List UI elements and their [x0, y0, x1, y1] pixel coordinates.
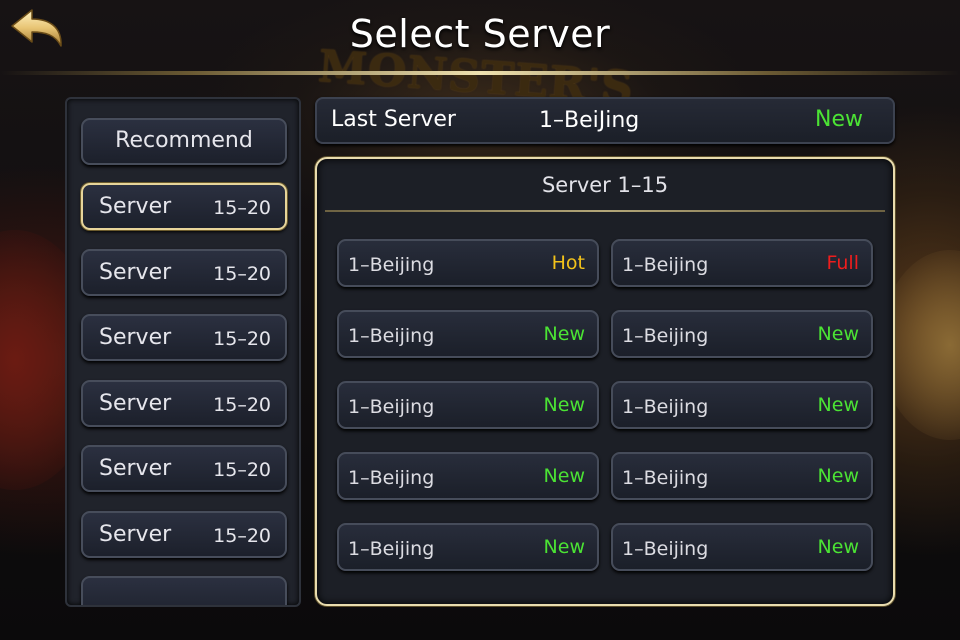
server-group-button[interactable]: Server 15–20 [81, 249, 287, 296]
recommend-button[interactable]: Recommend [81, 118, 287, 165]
server-group-label: Server [99, 391, 172, 416]
server-group-label: Server [99, 522, 172, 547]
server-group-button[interactable]: Server 15–20 [81, 314, 287, 361]
server-button[interactable]: 1–Beijing New [337, 310, 599, 358]
server-name: 1–Beijing [348, 396, 435, 418]
server-button[interactable]: 1–Beijing New [337, 523, 599, 571]
last-server-status: New [815, 107, 863, 132]
panel-title: Server 1–15 [541, 173, 669, 197]
last-server-name: 1–BeiJing [539, 108, 640, 133]
server-group-sidebar[interactable]: Recommend Server 15–20 Server 15–20 Serv… [65, 97, 301, 607]
server-group-button[interactable]: Server 15–20 [81, 511, 287, 558]
server-group-label: Server [99, 194, 172, 219]
server-status: New [543, 394, 585, 416]
last-server-label: Last Server [331, 107, 456, 132]
server-status: New [817, 323, 859, 345]
server-name: 1–Beijing [622, 467, 709, 489]
page-title: Select Server [349, 12, 611, 56]
header: Select Server [0, 0, 960, 78]
server-name: 1–Beijing [348, 325, 435, 347]
server-status: Hot [551, 252, 585, 274]
server-name: 1–Beijing [622, 325, 709, 347]
server-name: 1–Beijing [348, 254, 435, 276]
server-group-label: Server [99, 456, 172, 481]
server-button[interactable]: 1–Beijing New [337, 381, 599, 429]
server-button[interactable]: 1–Beijing New [337, 452, 599, 500]
server-group-button[interactable]: Server 15–20 [81, 183, 287, 230]
server-button[interactable]: 1–Beijing New [611, 381, 873, 429]
server-name: 1–Beijing [622, 538, 709, 560]
server-status: New [817, 394, 859, 416]
server-group-range: 15–20 [213, 394, 271, 416]
server-group-label: Server [99, 260, 172, 285]
server-group-button-partial[interactable] [81, 576, 287, 605]
server-name: 1–Beijing [348, 538, 435, 560]
server-name: 1–Beijing [348, 467, 435, 489]
server-button[interactable]: 1–Beijing Full [611, 239, 873, 287]
server-name: 1–Beijing [622, 254, 709, 276]
server-status: New [543, 323, 585, 345]
server-status: New [543, 465, 585, 487]
server-button[interactable]: 1–Beijing New [611, 452, 873, 500]
server-button[interactable]: 1–Beijing New [611, 310, 873, 358]
server-group-range: 15–20 [213, 197, 271, 219]
server-button[interactable]: 1–Beijing Hot [337, 239, 599, 287]
server-group-button[interactable]: Server 15–20 [81, 445, 287, 492]
server-group-range: 15–20 [213, 263, 271, 285]
server-list-panel: Server 1–15 1–Beijing Hot 1–Beijing Full… [315, 157, 895, 606]
server-group-range: 15–20 [213, 459, 271, 481]
header-divider [0, 71, 960, 75]
server-name: 1–Beijing [622, 396, 709, 418]
server-status: Full [826, 252, 860, 274]
server-status: New [817, 536, 859, 558]
server-group-label: Server [99, 325, 172, 350]
panel-divider [325, 210, 885, 212]
server-group-range: 15–20 [213, 328, 271, 350]
last-server-bar[interactable]: Last Server 1–BeiJing New [315, 97, 895, 144]
server-group-range: 15–20 [213, 525, 271, 547]
server-status: New [817, 465, 859, 487]
server-button[interactable]: 1–Beijing New [611, 523, 873, 571]
server-status: New [543, 536, 585, 558]
server-group-button[interactable]: Server 15–20 [81, 380, 287, 427]
